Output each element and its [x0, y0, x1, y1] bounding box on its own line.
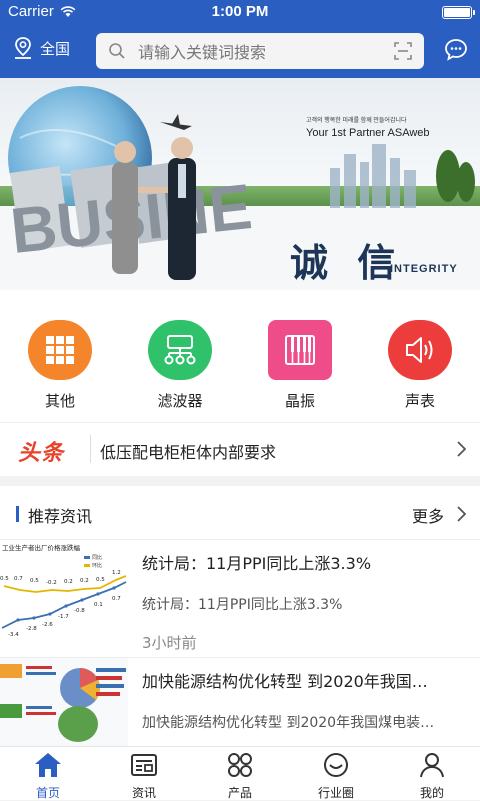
news-item[interactable]: 工业生产者出厂价格涨跌幅 同比 环比 0.5 0.7 0.5 -0.2 0.2 …	[0, 540, 480, 658]
more-link[interactable]: 更多	[412, 503, 444, 527]
thumb-top-label: 0.5	[30, 578, 39, 584]
headline-ticker[interactable]: 头条 低压配电柜柜体内部要求	[0, 422, 480, 476]
top-nav-bar: 全国 请输入关键词搜索	[0, 24, 480, 78]
news-header: 推荐资讯 更多	[0, 486, 480, 540]
category-filter[interactable]: 滤波器	[120, 320, 240, 411]
recommended-news: 推荐资讯 更多 工业生产者出厂价格涨跌幅 同比 环比 0.5 0.7 0.5 -…	[0, 486, 480, 746]
thumb-top-label: 0.2	[80, 578, 89, 584]
banner-slogan-kr: 고객의 행복한 미래를 함께 만들어갑니다	[306, 116, 407, 124]
tab-label: 资讯	[131, 786, 156, 800]
status-bar: Carrier 1:00 PM	[0, 0, 480, 24]
thumb-bottom-label: -0.8	[74, 608, 85, 614]
thumb-top-label: -0.2	[46, 580, 57, 586]
thumb-chart-title: 工业生产者出厂价格涨跌幅	[2, 543, 81, 552]
message-icon[interactable]	[444, 38, 468, 62]
category-row: 其他 滤波器 晶振 声表	[0, 290, 480, 422]
tab-label: 产品	[227, 786, 252, 800]
headline-text: 低压配电柜柜体内部要求	[100, 443, 277, 462]
news-title: 统计局：11月PPI同比上涨3.3%	[142, 554, 372, 573]
thumb-top-label: 0.5	[96, 577, 105, 583]
thumb-bottom-label: -1.7	[58, 614, 69, 620]
news-time: 3小时前	[142, 634, 197, 652]
thumb-legend-1: 环比	[92, 562, 102, 569]
category-label: 晶振	[284, 392, 315, 410]
grid-icon	[28, 320, 92, 380]
clock: 1:00 PM	[211, 3, 269, 20]
thumb-bottom-label: -3.4	[8, 632, 19, 638]
thumb-bottom-label: -2.8	[26, 626, 37, 632]
thumb-legend-0: 同比	[92, 554, 102, 561]
news-thumbnail: 工业生产者出厂价格涨跌幅 同比 环比 0.5 0.7 0.5 -0.2 0.2 …	[0, 540, 128, 656]
search-placeholder: 请输入关键词搜索	[138, 43, 267, 62]
thumb-top-label: 0.2	[64, 579, 73, 585]
search-input[interactable]: 请输入关键词搜索	[96, 33, 424, 69]
headline-tag: 头条	[18, 441, 65, 466]
thumb-top-label: 0.7	[14, 576, 23, 582]
news-thumbnail	[0, 658, 128, 746]
category-crystal[interactable]: 晶振	[240, 320, 360, 411]
bottom-tab-bar: 首页 资讯 产品 行业圈 我的	[0, 746, 480, 800]
news-summary: 加快能源结构优化转型 到2020年我国煤电装…	[142, 715, 435, 731]
thumb-top-label: 0.5	[0, 576, 9, 582]
tab-industry-circle[interactable]: 行业圈	[288, 751, 384, 801]
category-other[interactable]: 其他	[0, 320, 120, 411]
chevron-right-icon[interactable]	[456, 506, 466, 522]
circle-icon	[324, 753, 348, 777]
piano-icon	[268, 320, 332, 380]
section-title: 推荐资讯	[28, 507, 93, 526]
tab-products[interactable]: 产品	[192, 751, 288, 801]
home-icon	[35, 753, 61, 777]
promo-banner[interactable]: BUSINE 고객의 행복한 미래를 함께 만들어갑니다 Your 1st Pa…	[0, 78, 480, 290]
tab-label: 首页	[35, 786, 60, 800]
user-icon	[420, 753, 444, 778]
section-marker	[16, 506, 19, 522]
category-label: 声表	[404, 392, 435, 410]
location-selector[interactable]: 全国	[12, 36, 70, 60]
news-item[interactable]: 加快能源结构优化转型 到2020年我国… 加快能源结构优化转型 到2020年我国…	[0, 658, 480, 746]
tab-news[interactable]: 资讯	[96, 751, 192, 801]
tab-home[interactable]: 首页	[0, 751, 96, 801]
banner-cn-word: 诚 信	[290, 241, 403, 285]
thumb-bottom-label: -2.6	[42, 622, 53, 628]
products-icon	[228, 753, 252, 777]
location-pin-icon	[15, 37, 31, 59]
speaker-icon	[388, 320, 452, 380]
banner-artwork: BUSINE 고객의 행복한 미래를 함께 만들어갑니다 Your 1st Pa…	[0, 78, 480, 290]
category-saw[interactable]: 声表	[360, 320, 480, 411]
news-icon	[131, 754, 157, 776]
thumb-bottom-label: 0.1	[94, 602, 103, 608]
category-label: 滤波器	[157, 392, 203, 410]
headline-divider	[90, 435, 91, 463]
news-summary: 统计局：11月PPI同比上涨3.3%	[142, 597, 343, 613]
category-label: 其他	[44, 392, 75, 410]
tab-me[interactable]: 我的	[384, 751, 480, 801]
search-icon	[109, 43, 125, 59]
battery-icon	[442, 6, 475, 19]
chevron-right-icon	[457, 441, 466, 457]
banner-en-word: INTEGRITY	[390, 263, 458, 275]
network-icon	[148, 320, 212, 380]
scan-icon[interactable]	[394, 42, 412, 60]
tab-label: 我的	[419, 786, 444, 800]
thumb-bottom-label: 0.7	[112, 596, 121, 602]
tab-label: 行业圈	[317, 786, 354, 800]
location-label: 全国	[40, 39, 71, 58]
news-title: 加快能源结构优化转型 到2020年我国…	[142, 672, 428, 691]
thumb-top-label: 1.2	[112, 570, 121, 576]
banner-slogan: Your 1st Partner ASAweb	[306, 127, 430, 139]
